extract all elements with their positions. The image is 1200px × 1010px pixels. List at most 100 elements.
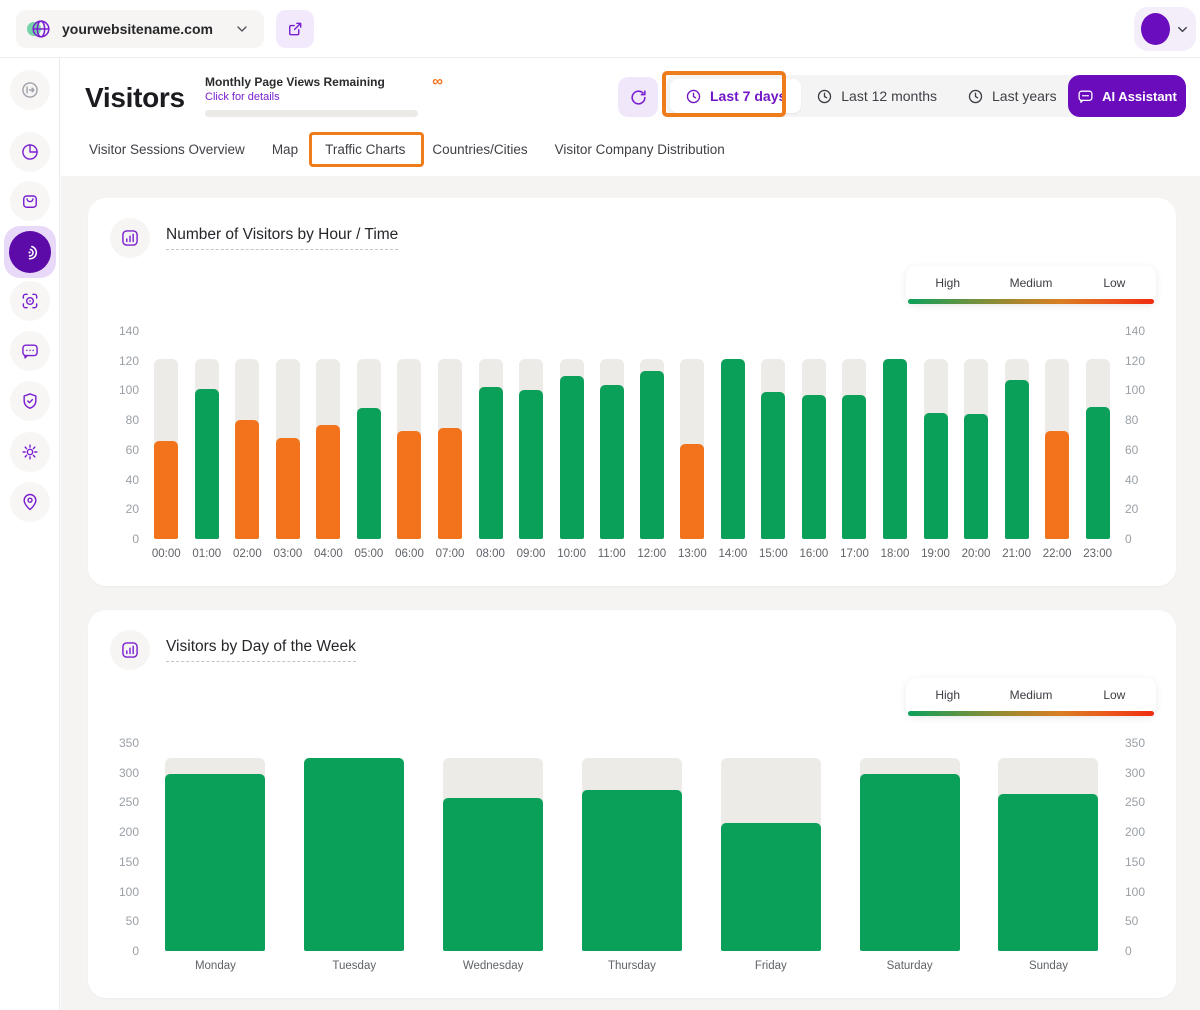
bar-03:00[interactable]: 03:00 bbox=[273, 331, 302, 569]
bar-value bbox=[304, 758, 404, 951]
sidebar-item-traffic-active[interactable] bbox=[4, 226, 56, 278]
bar-chart-icon bbox=[110, 218, 150, 258]
bar-14:00[interactable]: 14:00 bbox=[718, 331, 747, 569]
tab-visitor-sessions-overview[interactable]: Visitor Sessions Overview bbox=[89, 142, 245, 165]
bar-value bbox=[276, 438, 300, 539]
sidebar-item-security[interactable] bbox=[10, 381, 50, 421]
x-axis-label: 08:00 bbox=[476, 548, 505, 569]
bar-value bbox=[1005, 380, 1029, 539]
bar-value bbox=[154, 441, 178, 539]
sidebar bbox=[0, 58, 60, 1010]
time-filter-group: Last 7 days Last 12 months Last years bbox=[666, 75, 1100, 117]
quota-details-link[interactable]: Click for details bbox=[205, 91, 443, 103]
bar-08:00[interactable]: 08:00 bbox=[476, 331, 505, 569]
avatar bbox=[1141, 13, 1170, 45]
bar-07:00[interactable]: 07:00 bbox=[436, 331, 465, 569]
sidebar-item-dashboard[interactable] bbox=[10, 132, 50, 172]
y-axis-tick: 0 bbox=[1118, 944, 1154, 958]
bar-04:00[interactable]: 04:00 bbox=[314, 331, 343, 569]
y-axis-tick: 350 bbox=[110, 736, 146, 750]
bar-value bbox=[680, 444, 704, 539]
open-website-button[interactable] bbox=[276, 10, 314, 48]
bar-value bbox=[640, 371, 664, 539]
sidebar-item-settings[interactable] bbox=[10, 432, 50, 472]
bar-Tuesday[interactable]: Tuesday bbox=[304, 743, 404, 981]
bar-15:00[interactable]: 15:00 bbox=[759, 331, 788, 569]
x-axis-label: 05:00 bbox=[355, 548, 384, 569]
tab-visitor-company-distribution[interactable]: Visitor Company Distribution bbox=[555, 142, 725, 165]
bar-02:00[interactable]: 02:00 bbox=[233, 331, 262, 569]
legend-medium: Medium bbox=[989, 688, 1072, 707]
bar-Wednesday[interactable]: Wednesday bbox=[443, 743, 543, 981]
tab-countries-cities[interactable]: Countries/Cities bbox=[432, 142, 527, 165]
globe-icon bbox=[30, 18, 52, 40]
x-axis-label: Saturday bbox=[887, 960, 933, 981]
bar-Sunday[interactable]: Sunday bbox=[998, 743, 1098, 981]
refresh-button[interactable] bbox=[618, 77, 658, 117]
bar-13:00[interactable]: 13:00 bbox=[678, 331, 707, 569]
main-area: Visitors Monthly Page Views Remaining ∞ … bbox=[61, 58, 1200, 1010]
bar-10:00[interactable]: 10:00 bbox=[557, 331, 586, 569]
sidebar-item-store[interactable] bbox=[10, 181, 50, 221]
quota-label: Monthly Page Views Remaining bbox=[205, 75, 385, 89]
y-axis-tick: 150 bbox=[110, 855, 146, 869]
bar-Friday[interactable]: Friday bbox=[721, 743, 821, 981]
location-pin-icon bbox=[20, 492, 40, 512]
bar-value bbox=[1086, 407, 1110, 539]
bar-value bbox=[721, 359, 745, 539]
bar-Thursday[interactable]: Thursday bbox=[582, 743, 682, 981]
bar-05:00[interactable]: 05:00 bbox=[355, 331, 384, 569]
website-selector[interactable]: yourwebsitename.com bbox=[16, 10, 264, 48]
bar-value bbox=[802, 395, 826, 539]
sidebar-collapse-button[interactable] bbox=[10, 70, 50, 110]
bar-16:00[interactable]: 16:00 bbox=[800, 331, 829, 569]
tab-map[interactable]: Map bbox=[272, 142, 298, 165]
card-visitors-by-hour: Number of Visitors by Hour / Time High M… bbox=[88, 198, 1176, 586]
y-axis-tick: 250 bbox=[1118, 795, 1154, 809]
bar-18:00[interactable]: 18:00 bbox=[881, 331, 910, 569]
bar-22:00[interactable]: 22:00 bbox=[1043, 331, 1072, 569]
y-axis-left: 140120100806040200 bbox=[110, 331, 146, 569]
bar-00:00[interactable]: 00:00 bbox=[152, 331, 181, 569]
tab-bar: Visitor Sessions Overview Map Traffic Ch… bbox=[89, 142, 725, 165]
y-axis-tick: 20 bbox=[110, 502, 146, 516]
bar-value bbox=[998, 794, 1098, 951]
bar-20:00[interactable]: 20:00 bbox=[962, 331, 991, 569]
legend-gradient-bar bbox=[908, 711, 1154, 716]
bar-value bbox=[519, 390, 543, 539]
bar-12:00[interactable]: 12:00 bbox=[637, 331, 666, 569]
bar-11:00[interactable]: 11:00 bbox=[598, 331, 626, 569]
bar-01:00[interactable]: 01:00 bbox=[192, 331, 221, 569]
ai-assistant-button[interactable]: AI Assistant bbox=[1068, 75, 1186, 117]
x-axis-label: 00:00 bbox=[152, 548, 181, 569]
sidebar-item-chat[interactable] bbox=[10, 331, 50, 371]
page-title: Visitors bbox=[85, 82, 185, 114]
chat-bubble-icon bbox=[1077, 88, 1094, 105]
x-axis-label: 17:00 bbox=[840, 548, 869, 569]
bar-Saturday[interactable]: Saturday bbox=[860, 743, 960, 981]
user-menu[interactable] bbox=[1134, 7, 1196, 51]
chevron-down-icon bbox=[234, 21, 250, 37]
bar-Monday[interactable]: Monday bbox=[165, 743, 265, 981]
legend-low: Low bbox=[1073, 276, 1156, 295]
sidebar-item-recordings[interactable] bbox=[10, 281, 50, 321]
y-axis-tick: 80 bbox=[110, 413, 146, 427]
y-axis-tick: 20 bbox=[1118, 502, 1154, 516]
bar-value bbox=[964, 414, 988, 539]
y-axis-tick: 120 bbox=[1118, 354, 1154, 368]
bar-value bbox=[842, 395, 866, 539]
bar-23:00[interactable]: 23:00 bbox=[1083, 331, 1112, 569]
bar-21:00[interactable]: 21:00 bbox=[1002, 331, 1031, 569]
website-name: yourwebsitename.com bbox=[62, 21, 213, 37]
bar-17:00[interactable]: 17:00 bbox=[840, 331, 869, 569]
filter-last-7-days[interactable]: Last 7 days bbox=[670, 79, 801, 113]
y-axis-tick: 300 bbox=[110, 766, 146, 780]
sidebar-item-location[interactable] bbox=[10, 482, 50, 522]
filter-last-12-months[interactable]: Last 12 months bbox=[801, 79, 952, 113]
quota-value: ∞ bbox=[432, 74, 443, 89]
tab-traffic-charts[interactable]: Traffic Charts bbox=[325, 142, 405, 165]
bar-value bbox=[560, 376, 584, 539]
bar-09:00[interactable]: 09:00 bbox=[517, 331, 546, 569]
bar-06:00[interactable]: 06:00 bbox=[395, 331, 424, 569]
bar-19:00[interactable]: 19:00 bbox=[921, 331, 950, 569]
